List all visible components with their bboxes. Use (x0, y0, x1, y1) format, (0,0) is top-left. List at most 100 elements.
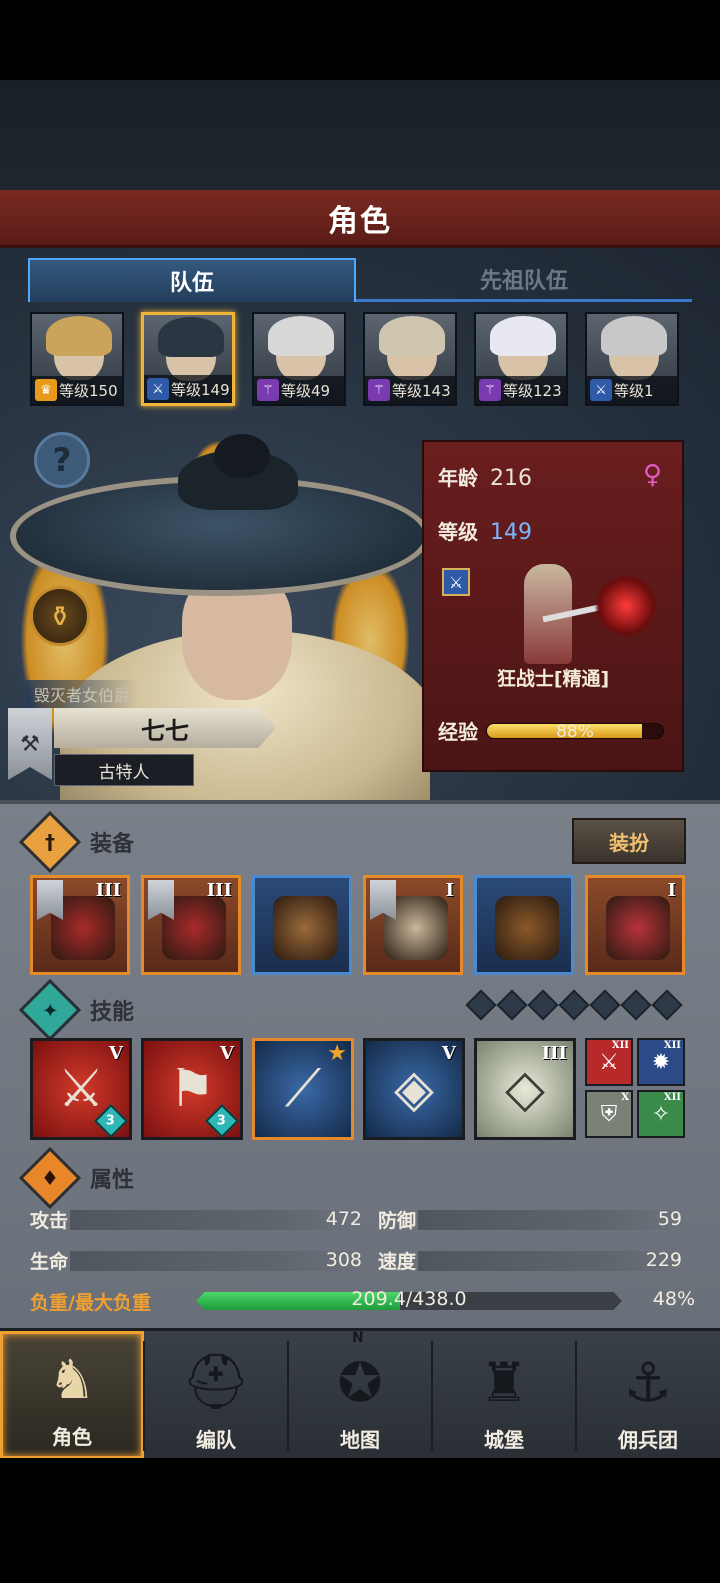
hair-bun (214, 434, 270, 478)
roster-slot-6[interactable]: ⚔ 等级1 (585, 312, 679, 406)
attributes-header: ♦ 属性 (18, 1146, 134, 1210)
speed-bar: 229 (418, 1249, 682, 1271)
attack-row: 攻击 472 (30, 1206, 362, 1233)
title-bar: 角色 (0, 190, 720, 248)
equipment-slot-3[interactable] (252, 875, 352, 975)
tier-label: X (621, 1092, 629, 1103)
load-percent: 48% (652, 1288, 695, 1310)
passive-skill-2[interactable]: ✹ XII (637, 1038, 685, 1086)
equipment-slot-6[interactable]: I (585, 875, 685, 975)
exp-bar: 88% (486, 722, 664, 739)
skill-slot-diamond (496, 989, 528, 1021)
level-text: 等级49 (281, 381, 331, 400)
level-text: 等级149 (171, 380, 230, 399)
skill-slot-2[interactable]: ⚑ V 3 (141, 1038, 243, 1140)
dress-up-button[interactable]: 装扮 (572, 818, 686, 864)
axe-glow (594, 574, 658, 638)
hero-title: 毁灭者女伯爵 (26, 680, 139, 708)
hp-bar: 308 (70, 1249, 362, 1271)
tab-ancestor-team[interactable]: 先祖队伍 (356, 258, 692, 302)
tier-label: XII (663, 1040, 681, 1051)
faction-banner-icon (148, 880, 174, 920)
sword-icon: ⚔ (590, 379, 612, 401)
tier-label: III (206, 880, 232, 901)
equipment-slot-1[interactable]: III (30, 875, 130, 975)
shield-crest-icon: ♛ (35, 379, 57, 401)
nav-item-ship[interactable]: ⚓ 佣兵团 (576, 1331, 720, 1459)
female-icon: ♀ (642, 460, 662, 490)
tier-label: V (220, 1043, 234, 1064)
knight-icon: ♞ (47, 1347, 97, 1411)
castle-icon: ♜ (479, 1350, 529, 1414)
equipment-art (273, 896, 337, 960)
hp-row: 生命 308 (30, 1247, 362, 1274)
faction-banner-icon (37, 880, 63, 920)
passive-skill-1[interactable]: ⚔ XII (585, 1038, 633, 1086)
nav-divider (287, 1341, 289, 1451)
hero-name[interactable]: 七七 (54, 708, 276, 748)
level-bar: ⚚ 等级123 (476, 376, 566, 404)
level-text: 等级150 (59, 381, 118, 400)
defense-label: 防御 (378, 1210, 417, 1232)
age-label: 年龄 (438, 466, 478, 490)
skill-slot-5[interactable]: ◇ III (474, 1038, 576, 1140)
skill-slot-3[interactable]: ⟋ ★ (252, 1038, 354, 1140)
tab-team[interactable]: 队伍 (28, 258, 356, 302)
tier-label: V (442, 1043, 456, 1064)
roster-slot-3[interactable]: ⚚ 等级49 (252, 312, 346, 406)
compass-north-label: N (352, 1330, 364, 1346)
equipment-art (606, 896, 670, 960)
nav-item-compass[interactable]: ✪ 地图 (288, 1331, 432, 1459)
roster-slot-2[interactable]: ⚔ 等级149 (141, 312, 235, 406)
level-label: 等级 (438, 520, 478, 544)
status-bar-area (0, 0, 720, 80)
level-bar: ⚔ 等级1 (587, 376, 677, 404)
skills-title: 技能 (90, 1000, 135, 1025)
equipment-slot-2[interactable]: III (141, 875, 241, 975)
help-button[interactable]: ? (34, 432, 90, 488)
load-row: 负重/最大负重 209.4/438.0 48% (30, 1288, 695, 1316)
exp-label: 经验 (438, 720, 478, 744)
potion-button[interactable]: ⚱ (30, 586, 90, 646)
tier-label: I (667, 880, 676, 901)
nav-item-helmet[interactable]: ⛑ 编队 (144, 1331, 288, 1459)
passive-skill-3[interactable]: ⛨ X (585, 1090, 633, 1138)
equipment-title: 装备 (90, 832, 135, 857)
hero-info-card: 年龄 216 ♀ 等级 149 ⚔ 狂战士[精通] 经验 88% (422, 440, 684, 772)
header-spacer (0, 80, 720, 190)
hp-label: 生命 (30, 1251, 69, 1273)
skill-slot-diamond (465, 989, 497, 1021)
roster-slot-5[interactable]: ⚚ 等级123 (474, 312, 568, 406)
skills-row: ⚔ V 3 ⚑ V 3 ⟋ ★ ◈ V ◇ III ⚔ XII ✹ XII ⛨ X ✧ XII (30, 1038, 690, 1142)
skill-slot-4[interactable]: ◈ V (363, 1038, 465, 1140)
passive-skill-4[interactable]: ✧ XII (637, 1090, 685, 1138)
nav-item-castle[interactable]: ♜ 城堡 (432, 1331, 576, 1459)
compass-icon: ✪ (337, 1350, 383, 1414)
nav-label: 角色 (52, 1425, 92, 1449)
page-title: 角色 (328, 203, 392, 239)
nav-label: 城堡 (484, 1428, 524, 1452)
level-value: 149 (490, 520, 532, 545)
portrait-hair (46, 316, 112, 356)
skill-slot-diamond (558, 989, 590, 1021)
equipment-slot-5[interactable] (474, 875, 574, 975)
roster-slot-4[interactable]: ⚚ 等级143 (363, 312, 457, 406)
attack-value: 472 (325, 1207, 362, 1230)
speed-row: 速度 229 (378, 1247, 682, 1274)
skill-slot-indicators (465, 989, 683, 1021)
skill-slot-1[interactable]: ⚔ V 3 (30, 1038, 132, 1140)
roster: ♛ 等级150 ⚔ 等级149 ⚚ 等级49 ⚚ 等级143 ⚚ 等级123 ⚔ 等级1 (30, 312, 690, 408)
tier-label: III (541, 1043, 567, 1064)
level-text: 等级1 (614, 381, 654, 400)
load-label: 负重/最大负重 (30, 1292, 151, 1314)
attack-bar: 472 (70, 1207, 362, 1230)
nav-item-knight[interactable]: ♞ 角色 (0, 1331, 144, 1459)
level-row: 等级 149 (438, 516, 532, 545)
equipment-slot-4[interactable]: I (363, 875, 463, 975)
roster-slot-1[interactable]: ♛ 等级150 (30, 312, 124, 406)
attack-label: 攻击 (30, 1210, 69, 1232)
staff-icon: ⚚ (479, 379, 501, 401)
sword-icon: ⚔ (147, 378, 169, 400)
nav-label: 佣兵团 (618, 1428, 678, 1452)
question-icon: ? (52, 441, 72, 479)
